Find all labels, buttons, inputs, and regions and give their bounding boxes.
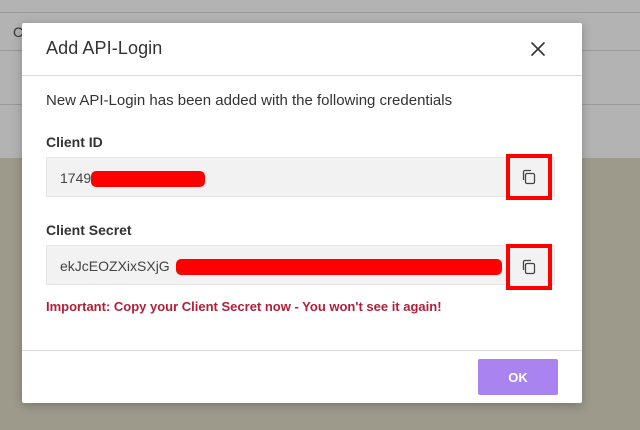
client-id-label: Client ID [46,134,103,150]
credentials-intro-text: New API-Login has been added with the fo… [46,92,453,109]
copy-icon [522,169,536,185]
client-secret-value: ekJcEOZXixSXjG [60,258,170,274]
client-secret-redaction [176,259,502,275]
dialog-title: Add API-Login [46,38,163,58]
close-icon [531,42,545,56]
ok-button[interactable]: OK [478,359,558,395]
close-button[interactable] [526,37,550,61]
dialog-header: Add API-Login [22,23,582,76]
client-id-value: 1749 [60,170,92,186]
client-id-field[interactable]: 1749 [46,157,555,197]
add-api-login-dialog: Add API-Login New API-Login has been add… [22,23,582,403]
client-secret-field[interactable]: ekJcEOZXixSXjG [46,245,555,285]
copy-client-id-button[interactable] [506,154,552,200]
secret-warning-text: Important: Copy your Client Secret now -… [46,299,442,314]
background-divider [0,12,640,13]
copy-client-secret-button[interactable] [506,244,552,290]
client-secret-label: Client Secret [46,222,132,238]
client-id-redaction [91,171,205,187]
copy-icon [522,259,536,275]
